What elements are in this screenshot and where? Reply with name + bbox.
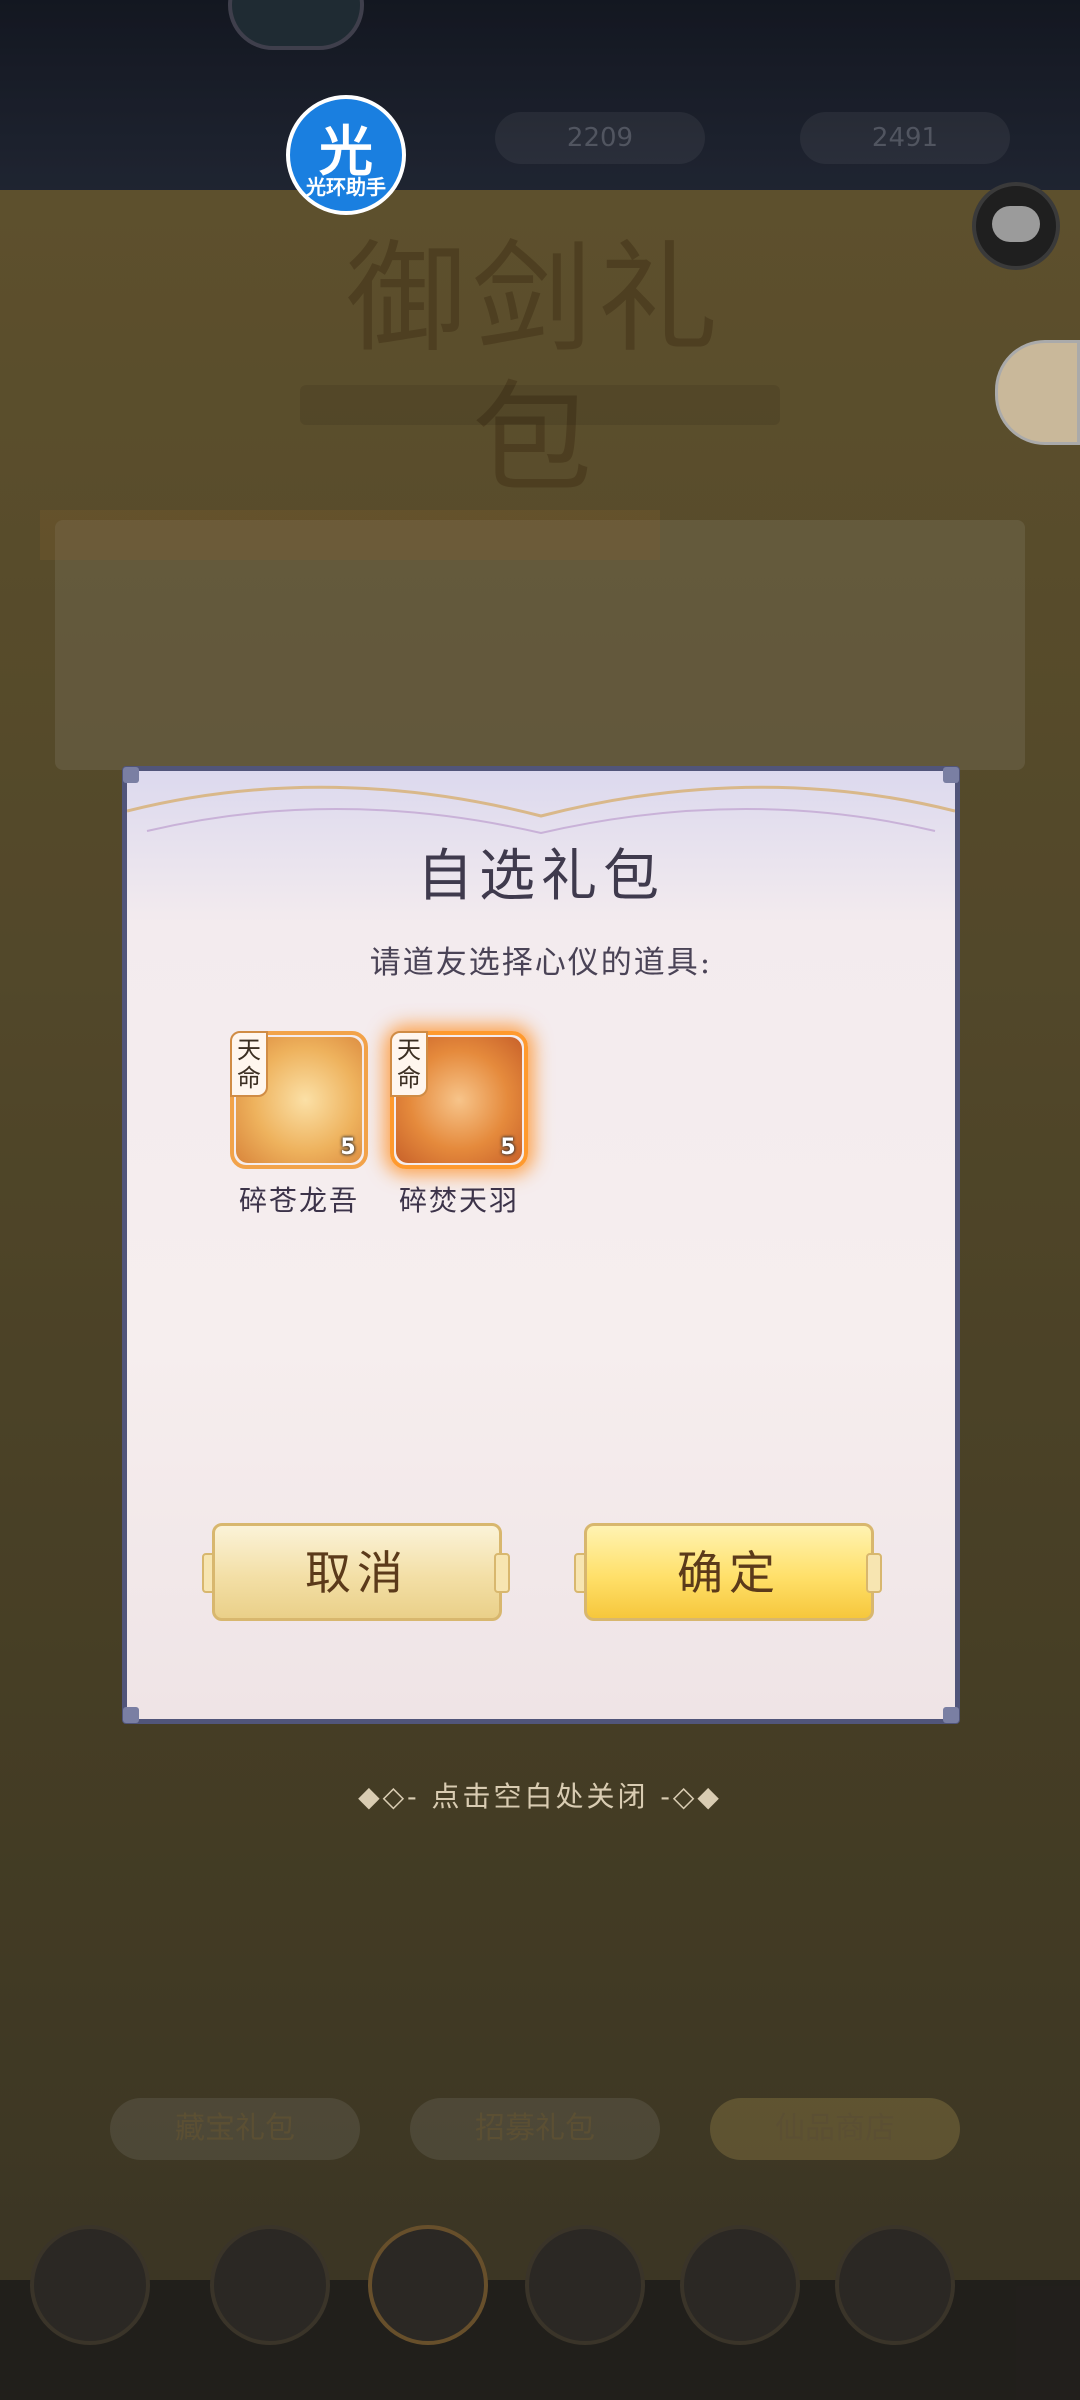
close-hint: ◆◇- 点击空白处关闭 -◇◆ xyxy=(358,1780,722,1813)
item-rarity-tag: 天命 xyxy=(230,1031,268,1097)
corner-ornament xyxy=(943,1707,959,1723)
corner-ornament xyxy=(123,1707,139,1723)
corner-ornament xyxy=(123,767,139,783)
assistant-badge-icon: 光 xyxy=(319,120,373,183)
select-gift-dialog: 自选礼包 请道友选择心仪的道具: 天命 5 碎苍龙吾 天命 5 碎焚天羽 取消 … xyxy=(122,766,960,1724)
item-count: 5 xyxy=(340,1135,356,1160)
item-count: 5 xyxy=(500,1135,516,1160)
corner-ornament xyxy=(943,767,959,783)
confirm-button[interactable]: 确定 xyxy=(584,1523,874,1621)
dialog-prompt: 请道友选择心仪的道具: xyxy=(369,945,713,981)
item-card-fen-tian[interactable]: 天命 5 xyxy=(390,1031,528,1169)
chat-icon xyxy=(992,206,1040,242)
button-notch xyxy=(866,1553,882,1593)
button-notch xyxy=(494,1553,510,1593)
assistant-badge-label: 光环助手 xyxy=(306,175,386,199)
item-card-cang-long[interactable]: 天命 5 xyxy=(230,1031,368,1169)
dialog-title: 自选礼包 xyxy=(417,844,665,909)
cancel-button[interactable]: 取消 xyxy=(212,1523,502,1621)
item-name: 碎焚天羽 xyxy=(398,1184,519,1217)
item-rarity-tag: 天命 xyxy=(390,1031,428,1097)
character-portrait[interactable] xyxy=(995,340,1080,445)
assistant-badge[interactable]: 光 光环助手 xyxy=(286,95,406,215)
item-name: 碎苍龙吾 xyxy=(238,1184,359,1217)
